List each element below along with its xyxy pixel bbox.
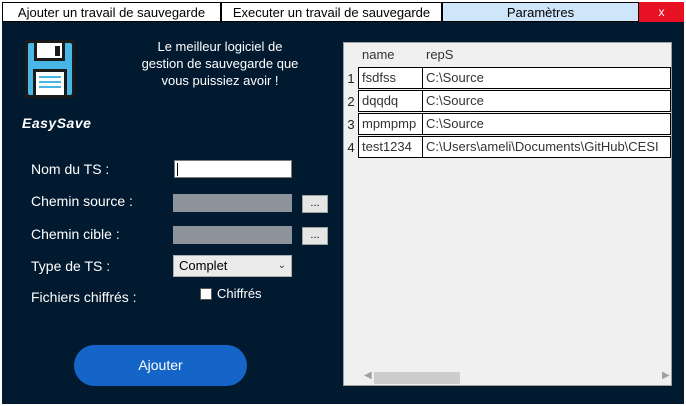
browse-source-button[interactable]: ... <box>302 195 328 213</box>
tab-add-backup[interactable]: Ajouter un travail de sauvegarde <box>2 2 221 22</box>
cell-reps[interactable]: C:\Users\ameli\Documents\GitHub\CESI <box>422 136 671 158</box>
encrypted-checkbox[interactable] <box>200 288 212 300</box>
encrypted-files-label: Fichiers chiffrés : <box>31 289 137 305</box>
encrypted-checkbox-label[interactable]: Chiffrés <box>217 286 262 301</box>
column-header-name[interactable]: name <box>358 43 423 67</box>
slogan: Le meilleur logiciel de gestion de sauve… <box>120 38 320 89</box>
source-path-field <box>173 194 292 212</box>
browse-target-button[interactable]: ... <box>302 227 328 245</box>
backup-type-value: Complet <box>179 258 228 273</box>
scrollbar-thumb[interactable] <box>374 372 460 384</box>
cell-name[interactable]: dqqdq <box>358 90 423 112</box>
row-number: 1 <box>344 67 358 90</box>
text-caret <box>177 163 178 176</box>
name-input[interactable] <box>174 160 292 178</box>
backup-type-label: Type de TS : <box>31 258 111 274</box>
close-button[interactable]: x <box>639 2 684 22</box>
source-path-label: Chemin source : <box>31 193 133 209</box>
cell-name[interactable]: mpmpmp <box>358 113 423 135</box>
cell-name[interactable]: fsdfss <box>358 67 423 89</box>
horizontal-scrollbar[interactable]: ◀ ▶ <box>344 368 671 385</box>
cell-reps[interactable]: C:\Source <box>422 67 671 89</box>
backup-type-select[interactable]: Complet ⌄ <box>173 255 292 277</box>
column-header-reps[interactable]: repS <box>422 43 671 67</box>
row-number: 3 <box>344 113 358 136</box>
backup-jobs-table[interactable]: name repS 1 fsdfss C:\Source 2 dqqdq C:\… <box>343 42 672 386</box>
chevron-down-icon: ⌄ <box>277 260 286 271</box>
row-number: 2 <box>344 90 358 113</box>
name-label: Nom du TS : <box>31 161 110 177</box>
tab-execute-backup[interactable]: Executer un travail de sauvegarde <box>221 2 442 22</box>
slogan-line: gestion de sauvegarde que <box>141 56 299 71</box>
cell-reps[interactable]: C:\Source <box>422 90 671 112</box>
slogan-line: Le meilleur logiciel de <box>157 39 283 54</box>
table-row[interactable]: 4 test1234 C:\Users\ameli\Documents\GitH… <box>344 136 671 159</box>
cell-reps[interactable]: C:\Source <box>422 113 671 135</box>
add-button[interactable]: Ajouter <box>74 345 247 386</box>
table-row[interactable]: 2 dqqdq C:\Source <box>344 90 671 113</box>
tab-bar: Ajouter un travail de sauvegarde Execute… <box>0 0 686 22</box>
cell-name[interactable]: test1234 <box>358 136 423 158</box>
scroll-right-icon[interactable]: ▶ <box>662 370 670 381</box>
table-row[interactable]: 1 fsdfss C:\Source <box>344 67 671 90</box>
slogan-line: vous puissiez avoir ! <box>161 73 279 88</box>
scroll-left-icon[interactable]: ◀ <box>364 370 372 381</box>
brand-name: EasySave <box>22 115 92 131</box>
target-path-field <box>173 226 292 244</box>
floppy-disk-icon <box>25 40 75 98</box>
tab-settings[interactable]: Paramètres <box>442 2 639 22</box>
row-number: 4 <box>344 136 358 159</box>
target-path-label: Chemin cible : <box>31 226 120 242</box>
table-row[interactable]: 3 mpmpmp C:\Source <box>344 113 671 136</box>
